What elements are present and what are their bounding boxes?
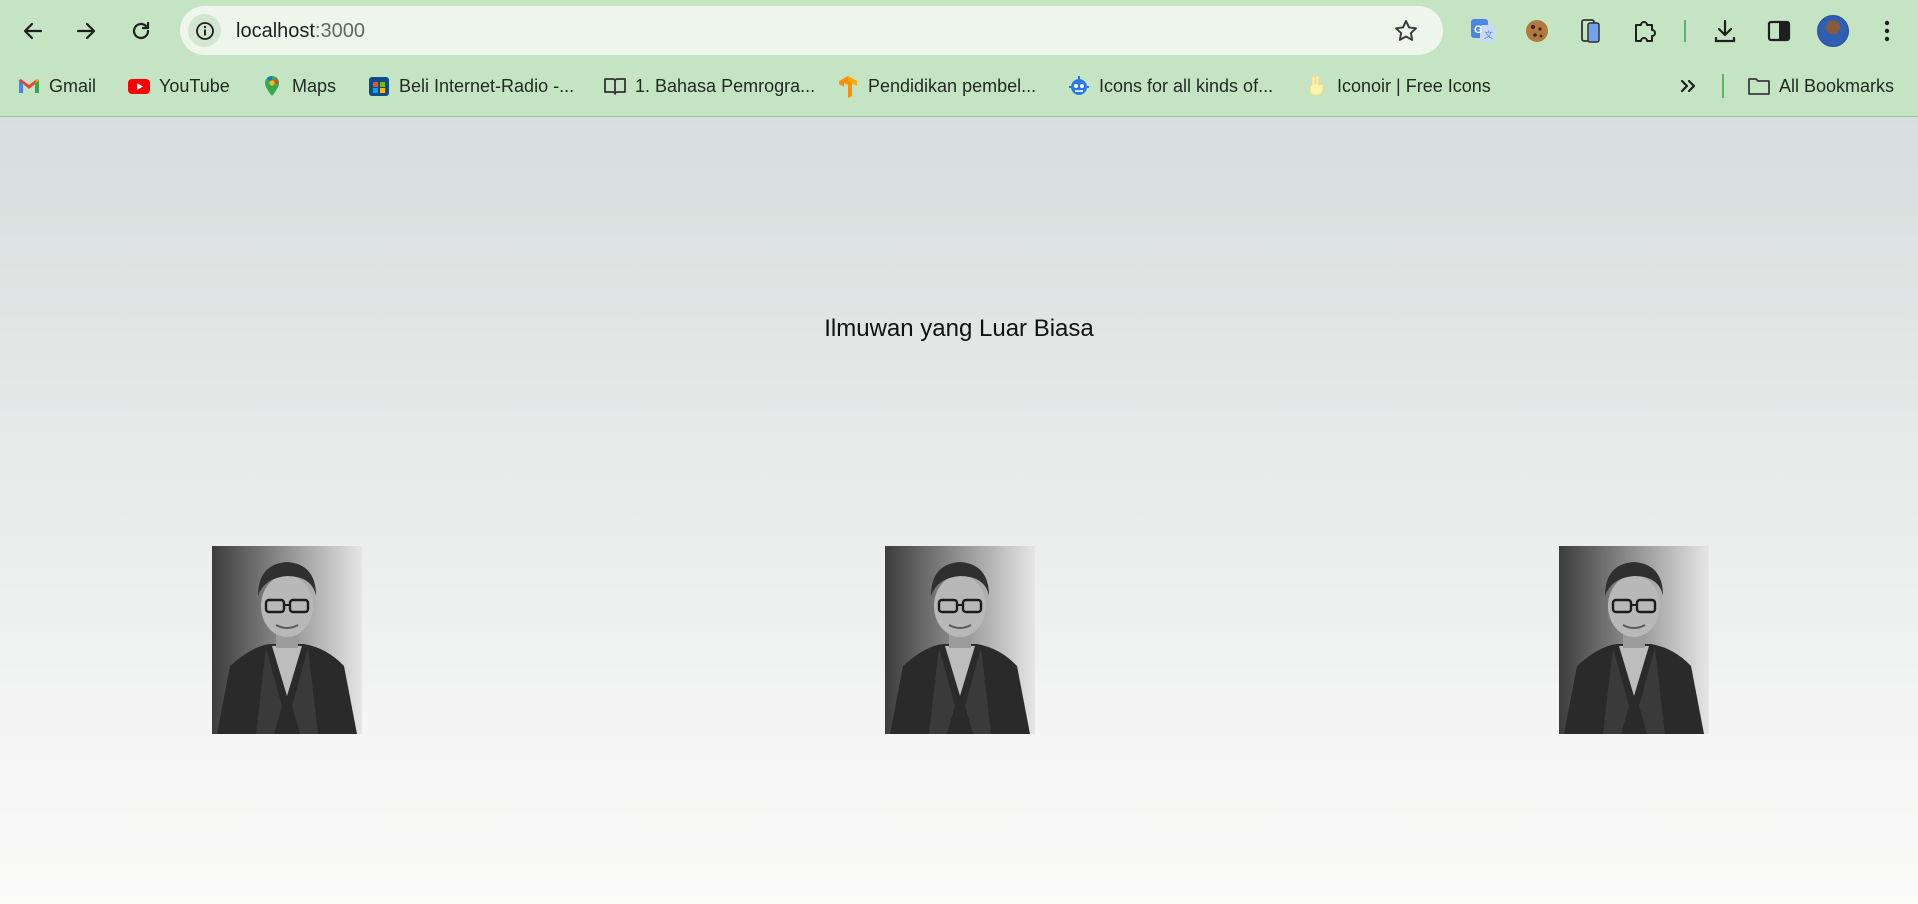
- portrait-image: [885, 546, 1035, 734]
- url-text[interactable]: localhost:3000: [236, 20, 365, 43]
- peace-hand-icon: [1305, 74, 1329, 98]
- info-icon: [195, 21, 214, 40]
- cookie-icon: [1526, 20, 1548, 42]
- store-icon: [367, 74, 391, 98]
- svg-text:文: 文: [1484, 29, 1493, 40]
- bookmark-label: Pendidikan pembel...: [868, 75, 1037, 96]
- bookmark-label: 1. Bahasa Pemrogra...: [635, 75, 816, 96]
- browser-menu-button[interactable]: [1870, 14, 1904, 48]
- bookmarks-bar: Gmail YouTube Maps Beli Internet-Radio -…: [0, 66, 1918, 106]
- all-bookmarks-button[interactable]: All Bookmarks: [1747, 72, 1894, 100]
- extensions-button[interactable]: [1628, 14, 1662, 48]
- youtube-icon: [127, 74, 151, 98]
- bookmark-bahasa-pemrograman[interactable]: 1. Bahasa Pemrogra...: [603, 72, 815, 100]
- portrait-image: [1559, 546, 1709, 734]
- translate-icon: G文: [1471, 19, 1495, 42]
- more-vertical-icon: [1884, 20, 1890, 42]
- puzzle-icon: [1635, 21, 1656, 42]
- site-info-button[interactable]: [188, 14, 221, 47]
- browser-toolbar: localhost:3000 G文: [0, 0, 1918, 62]
- bookmark-label: Gmail: [49, 75, 97, 96]
- bookmark-label: Maps: [292, 75, 337, 96]
- all-bookmarks-label: All Bookmarks: [1779, 75, 1895, 96]
- reload-icon: [132, 21, 150, 40]
- maps-icon: [260, 74, 284, 98]
- bookmark-iconoir[interactable]: Iconoir | Free Icons: [1305, 72, 1491, 100]
- bookmark-label: Iconoir | Free Icons: [1337, 75, 1491, 96]
- bookmark-label: Icons for all kinds of...: [1099, 75, 1274, 96]
- reload-button[interactable]: [121, 11, 161, 51]
- side-panel-icon: [1767, 20, 1791, 42]
- address-bar[interactable]: localhost:3000: [180, 6, 1443, 55]
- url-host: localhost: [236, 20, 315, 42]
- profile-avatar[interactable]: [1817, 15, 1849, 47]
- download-icon: [1714, 19, 1736, 43]
- cookie-extension[interactable]: [1520, 14, 1554, 48]
- bookmark-internet-radio[interactable]: Beli Internet-Radio -...: [367, 72, 574, 100]
- bookmark-maps[interactable]: Maps: [260, 72, 336, 100]
- arrow-left-icon: [23, 22, 43, 40]
- phone-icon: [1581, 19, 1600, 43]
- portrait-photo-icon: [212, 546, 362, 734]
- bookmark-youtube[interactable]: YouTube: [127, 72, 230, 100]
- bookmark-label: Beli Internet-Radio -...: [399, 75, 575, 96]
- back-button[interactable]: [13, 11, 53, 51]
- browser-chrome: localhost:3000 G文 Gmail YouTube Maps Bel…: [0, 0, 1918, 117]
- portrait-image: [212, 546, 362, 734]
- book-icon: [603, 74, 627, 98]
- device-extension[interactable]: [1574, 14, 1608, 48]
- url-port: :3000: [314, 20, 365, 42]
- tensorflow-icon: [836, 74, 860, 98]
- portrait-photo-icon: [1559, 546, 1709, 734]
- chevron-double-right-icon: [1676, 74, 1700, 98]
- robot-icon: [1067, 74, 1091, 98]
- side-panel-button[interactable]: [1762, 14, 1796, 48]
- page-heading: Ilmuwan yang Luar Biasa: [824, 315, 1094, 342]
- svg-text:G: G: [1474, 24, 1483, 36]
- google-translate-extension[interactable]: G文: [1466, 14, 1500, 48]
- bookmark-icons-for-all[interactable]: Icons for all kinds of...: [1067, 72, 1273, 100]
- folder-icon: [1747, 74, 1771, 98]
- bookmark-star-icon[interactable]: [1393, 18, 1419, 44]
- portrait-photo-icon: [885, 546, 1035, 734]
- bookmark-gmail[interactable]: Gmail: [17, 72, 96, 100]
- page-content: Ilmuwan yang Luar Biasa: [0, 117, 1918, 904]
- arrow-right-icon: [76, 22, 96, 40]
- toolbar-divider: [1684, 20, 1686, 42]
- bookmark-label: YouTube: [159, 75, 230, 96]
- downloads-button[interactable]: [1708, 14, 1742, 48]
- gmail-icon: [17, 74, 41, 98]
- bookmark-pendidikan[interactable]: Pendidikan pembel...: [836, 72, 1036, 100]
- bookmarks-divider: [1722, 74, 1724, 98]
- more-bookmarks-button[interactable]: [1676, 72, 1708, 100]
- forward-button[interactable]: [66, 11, 106, 51]
